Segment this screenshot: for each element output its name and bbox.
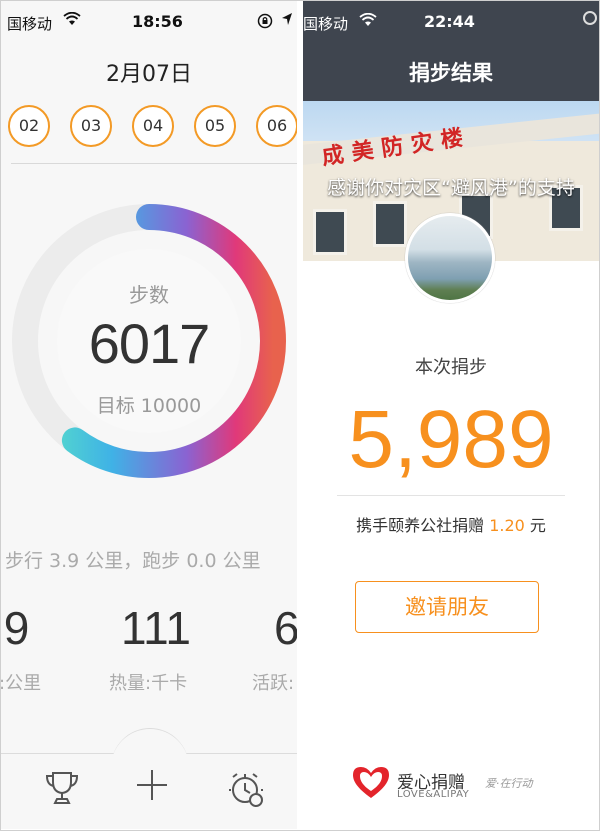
window (373, 201, 407, 247)
status-time: 22:44 (424, 12, 475, 31)
day-button[interactable]: 03 (70, 105, 112, 147)
walk-summary: 步行 3.9 公里，跑步 0.0 公里 (5, 550, 261, 572)
donate-money: 1.20 (489, 516, 525, 535)
donate-label: 本次捐步 (415, 357, 487, 378)
steps-value: 6017 (88, 312, 211, 375)
alarm-clock-icon[interactable] (227, 770, 267, 812)
step-progress-ring[interactable]: 步数 6017 目标 10000 (1, 181, 297, 501)
distance-value: .9 (1, 602, 30, 654)
day-button[interactable]: 02 (8, 105, 50, 147)
day-button[interactable]: 05 (194, 105, 236, 147)
distance-label: :公里 (1, 673, 42, 694)
brand-slogan: 爱·在行动 (485, 777, 533, 790)
trophy-icon[interactable] (43, 770, 81, 810)
day-button[interactable]: 04 (132, 105, 174, 147)
rotation-lock-icon (583, 11, 597, 25)
donate-amount: 5,989 (348, 394, 554, 485)
calories-value: 111 (121, 602, 191, 654)
steps-label: 步数 (129, 283, 169, 307)
nav-header: 国移动 22:44 捐步结果 (303, 1, 599, 101)
plus-icon[interactable] (135, 768, 169, 806)
divider (337, 495, 565, 496)
status-time: 18:56 (132, 12, 183, 31)
rotation-lock-icon (257, 13, 273, 33)
banner-caption: 感谢你对灾区“避风港”的支持 (327, 177, 575, 199)
location-arrow-icon (281, 12, 293, 30)
avatar[interactable] (405, 213, 495, 303)
wifi-icon (63, 11, 81, 30)
active-value: 60 (274, 602, 297, 654)
brand-logo: 爱心捐赠 LOVE&ALIPAY 爱·在行动 (351, 765, 551, 805)
window (313, 209, 347, 255)
divider (11, 163, 297, 164)
carrier-label: 国移动 (303, 15, 349, 33)
date-title[interactable]: 2月07日 (1, 56, 297, 88)
day-button[interactable]: 06 (256, 105, 297, 147)
active-label: 活跃: (252, 673, 295, 694)
calories-label: 热量:千卡 (109, 673, 188, 694)
donate-note: 携手颐养公社捐赠 1.20 元 (303, 512, 599, 536)
brand-sub: LOVE&ALIPAY (397, 789, 470, 800)
donate-note-text: 携手颐养公社捐赠 (356, 516, 485, 535)
day-selector: 02 03 04 05 06 (1, 105, 297, 151)
donation-result-screen: 国移动 22:44 捐步结果 成美防灾楼 感谢你对灾区“避风港”的支持 本次捐步… (303, 1, 599, 829)
status-bar: 国移动 18:56 (1, 1, 297, 41)
tab-bar (1, 728, 297, 829)
invite-friends-button[interactable]: 邀请朋友 (355, 581, 539, 633)
step-counter-screen: 国移动 18:56 2月07日 02 03 04 05 06 步数 6017 目… (1, 1, 297, 829)
donate-unit: 元 (529, 516, 546, 535)
steps-goal: 目标 10000 (96, 395, 202, 417)
page-title: 捐步结果 (409, 61, 493, 85)
heart-icon (351, 765, 391, 805)
wifi-icon (359, 12, 377, 31)
carrier-label: 国移动 (7, 15, 53, 33)
